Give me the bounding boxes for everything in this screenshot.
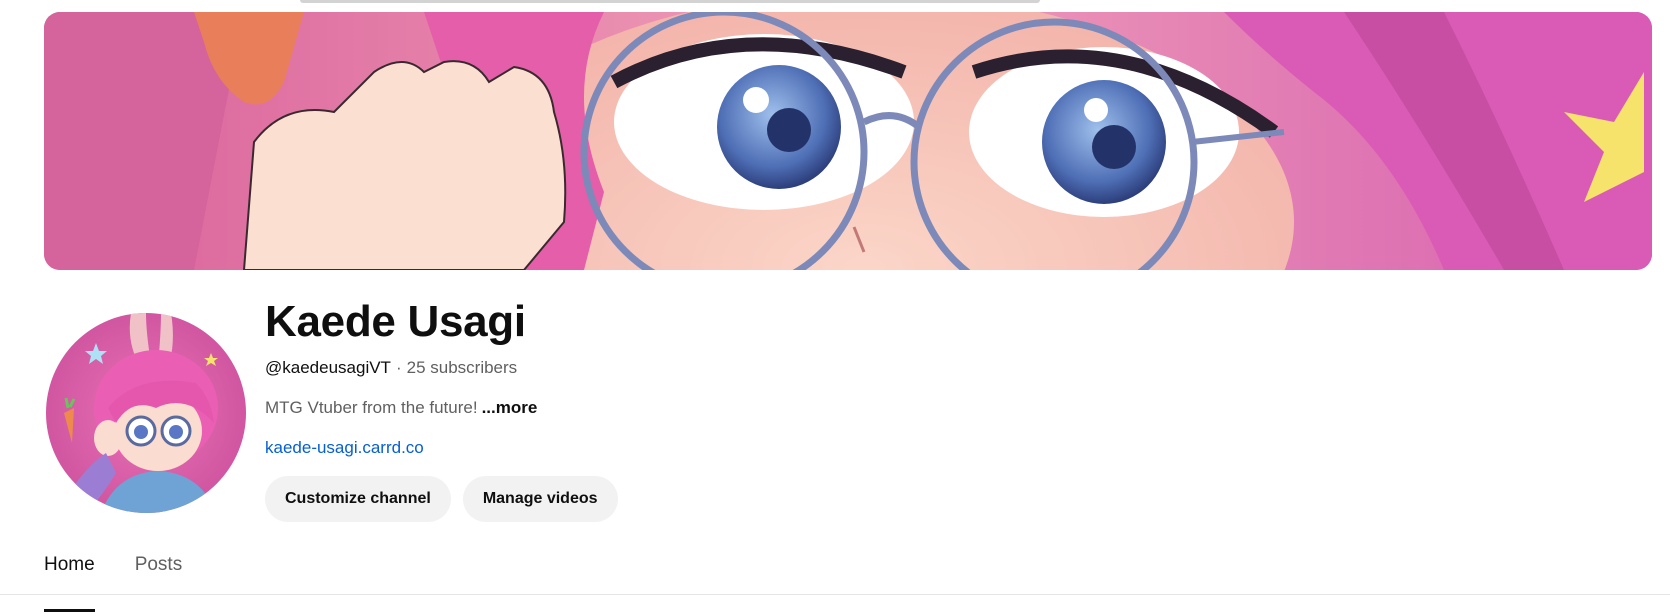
- more-link[interactable]: ...more: [482, 398, 538, 417]
- tab-posts[interactable]: Posts: [135, 546, 183, 596]
- channel-external-link[interactable]: kaede-usagi.carrd.co: [265, 438, 424, 457]
- channel-banner: [44, 12, 1652, 270]
- channel-link-row: kaede-usagi.carrd.co: [265, 436, 1165, 460]
- channel-tabs: Home Posts: [44, 546, 183, 612]
- search-bar-edge: [300, 0, 1040, 3]
- channel-description[interactable]: MTG Vtuber from the future! ...more: [265, 396, 1165, 420]
- avatar-artwork: [46, 313, 246, 513]
- channel-actions: Customize channel Manage videos: [265, 476, 1165, 522]
- channel-meta: @kaedeusagiVT · 25 subscribers: [265, 356, 1165, 380]
- channel-page: Kaede Usagi @kaedeusagiVT · 25 subscribers…: [0, 0, 1670, 616]
- description-text: MTG Vtuber from the future!: [265, 398, 478, 417]
- tab-home[interactable]: Home: [44, 546, 95, 612]
- channel-name: Kaede Usagi: [265, 297, 526, 346]
- subscriber-count: 25 subscribers: [406, 358, 518, 377]
- banner-artwork: [44, 12, 1652, 270]
- meta-separator: ·: [395, 358, 402, 377]
- customize-channel-button[interactable]: Customize channel: [265, 476, 451, 522]
- channel-avatar[interactable]: [46, 313, 246, 513]
- manage-videos-button[interactable]: Manage videos: [462, 476, 618, 522]
- channel-handle: @kaedeusagiVT: [265, 358, 391, 377]
- tabs-divider: [0, 594, 1670, 595]
- channel-info: Kaede Usagi @kaedeusagiVT · 25 subscribers…: [265, 296, 1165, 522]
